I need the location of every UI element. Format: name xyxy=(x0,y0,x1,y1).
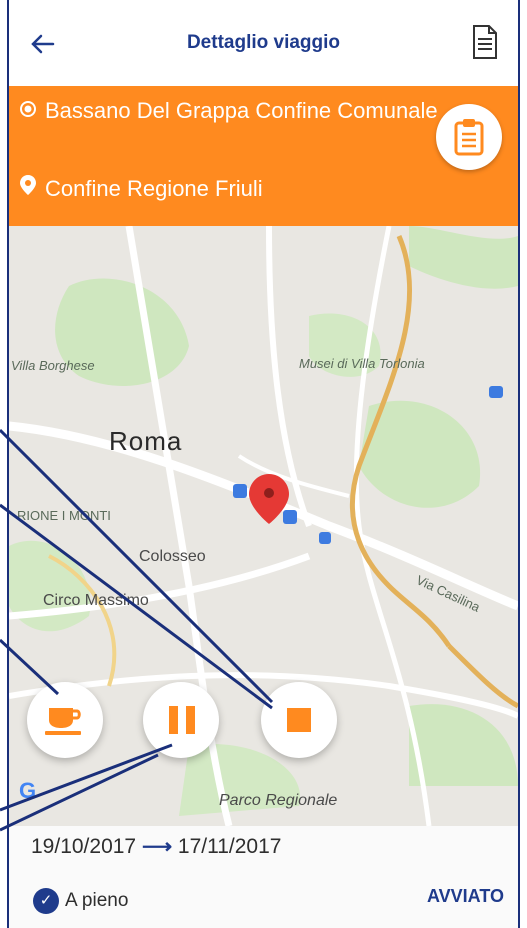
trip-destination-label: Confine Regione Friuli xyxy=(45,176,263,201)
map-label-musei: Musei di Villa Torlonia xyxy=(299,356,425,371)
stop-icon xyxy=(287,708,311,732)
trip-dates: 19/10/2017 ⟶ 17/11/2017 xyxy=(31,834,281,859)
end-date: 17/11/2017 xyxy=(177,835,282,858)
document-icon[interactable] xyxy=(472,24,498,60)
start-date: 19/10/2017 xyxy=(31,835,137,858)
map-label-city: Roma xyxy=(109,426,183,456)
map-label-villa-borghese: Villa Borghese xyxy=(11,358,95,373)
trip-route-band: Bassano Del Grappa Confine Comunale Conf… xyxy=(9,86,518,226)
map-label-colosseo: Colosseo xyxy=(139,548,206,565)
map-view[interactable]: G Villa Borghese Musei di Villa Torlonia… xyxy=(9,226,518,826)
check-circle-icon: ✓ xyxy=(33,888,59,914)
svg-text:G: G xyxy=(19,778,36,803)
location-pin-icon xyxy=(20,175,36,195)
page-title: Dettaglio viaggio xyxy=(186,32,341,53)
coffee-cup-icon xyxy=(45,708,81,735)
radio-dot-icon xyxy=(20,101,36,117)
map-label-parco: Parco Regionale xyxy=(219,792,338,809)
top-bar: Dettaglio viaggio xyxy=(9,0,518,86)
trip-status-badge: AVVIATO xyxy=(426,886,504,906)
map-label-rione: RIONE I MONTI xyxy=(17,508,111,523)
break-button[interactable] xyxy=(27,682,103,758)
load-label: A pieno xyxy=(65,890,129,912)
clipboard-icon xyxy=(454,119,484,156)
app-screen: Dettaglio viaggio Bassano Del Grappa Con… xyxy=(7,0,520,928)
clipboard-button[interactable] xyxy=(436,104,502,170)
trip-origin: Bassano Del Grappa Confine Comunale xyxy=(19,96,439,126)
stop-button[interactable] xyxy=(261,682,337,758)
date-arrow: ⟶ xyxy=(141,835,173,858)
trip-origin-label: Bassano Del Grappa Confine Comunale xyxy=(45,98,438,123)
pause-button[interactable] xyxy=(143,682,219,758)
trip-destination: Confine Regione Friuli xyxy=(19,174,263,202)
trip-summary: 19/10/2017 ⟶ 17/11/2017 ✓ A pieno AVVIATO xyxy=(9,826,518,928)
pause-icon xyxy=(169,706,195,734)
load-status: ✓ A pieno xyxy=(33,888,128,914)
map-label-circo: Circo Massimo xyxy=(43,592,149,609)
